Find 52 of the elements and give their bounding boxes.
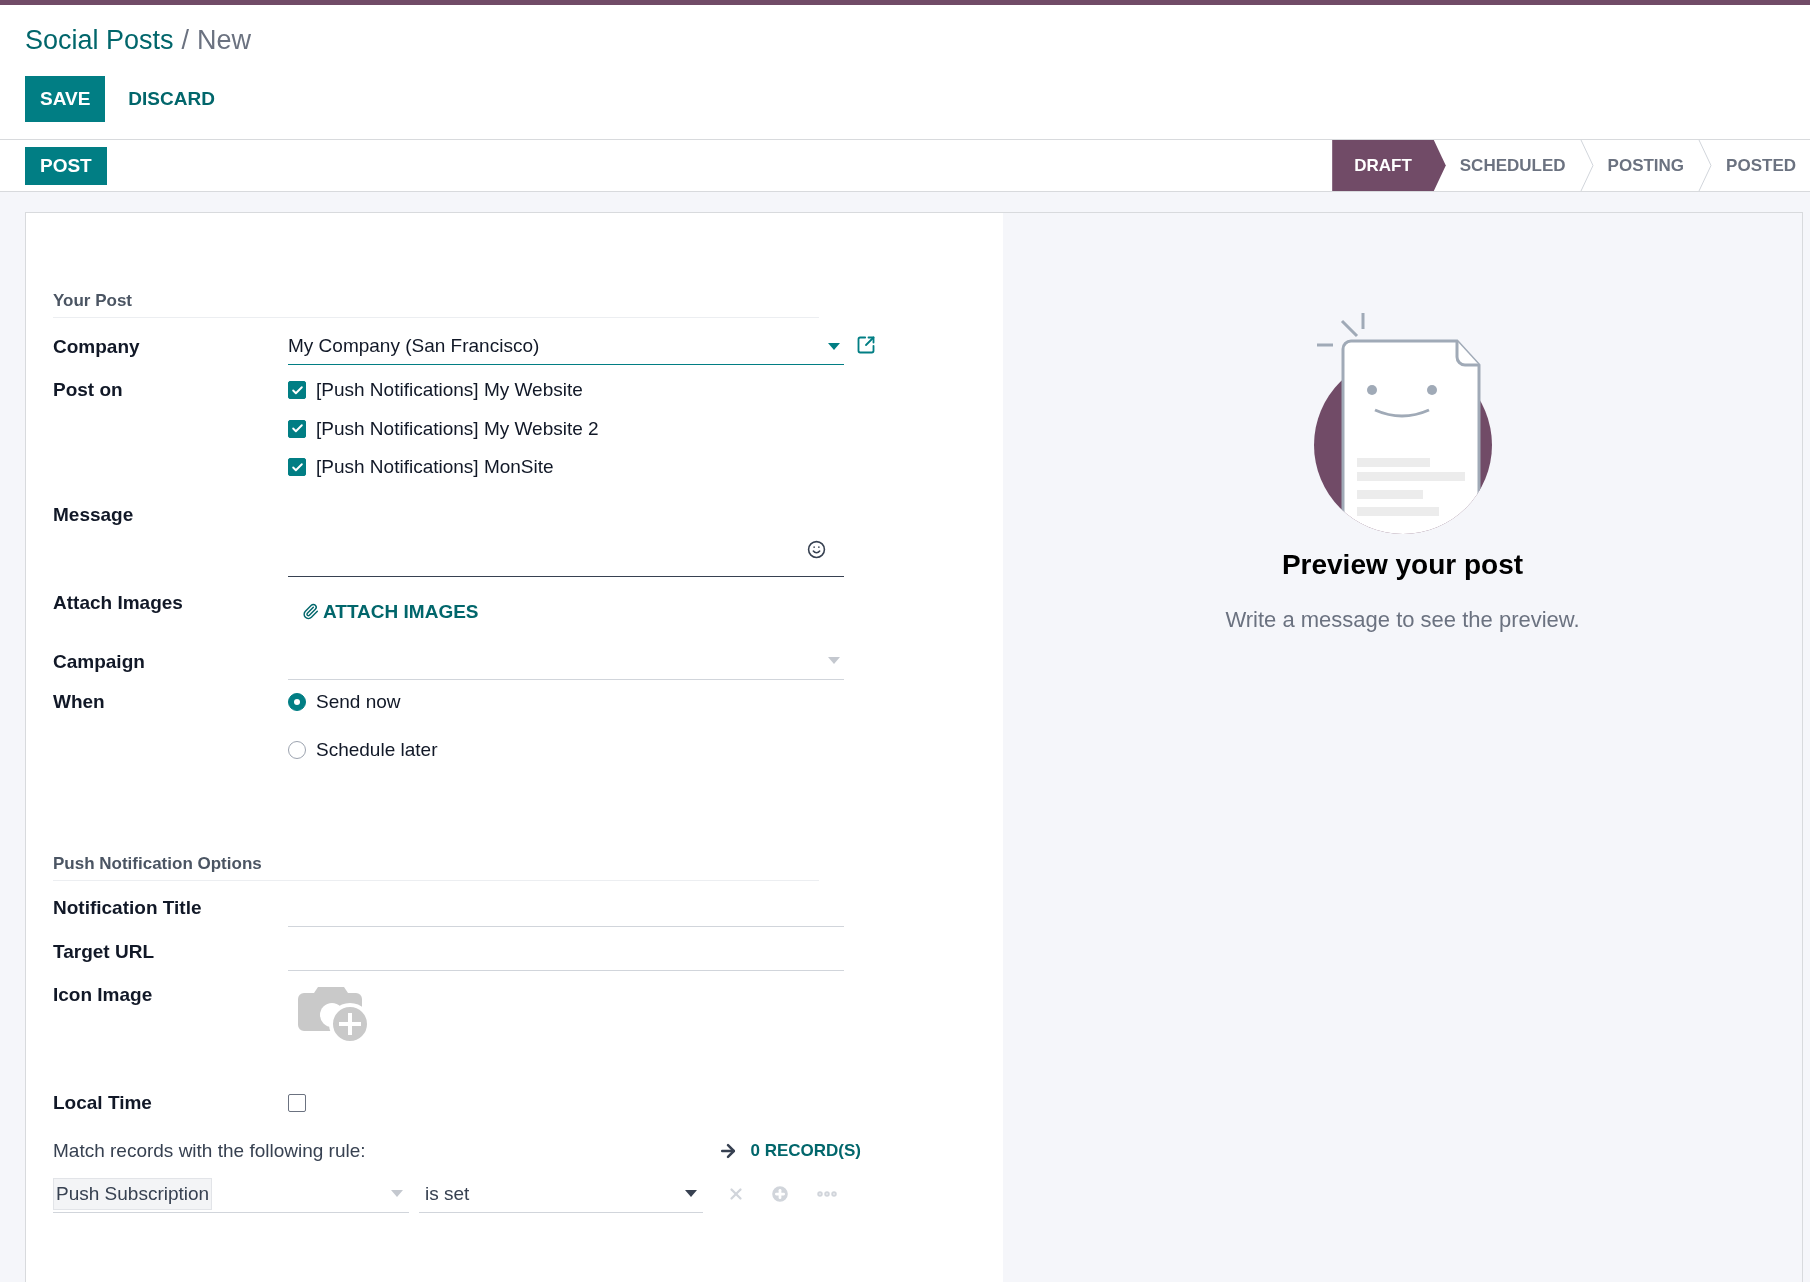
breadcrumb-link[interactable]: Social Posts [25,23,174,57]
field-label: Message [53,502,135,527]
status-stage[interactable]: POSTING [1593,140,1699,191]
radio-button[interactable] [288,692,306,711]
preview-hint: Write a message to see the preview. [1225,607,1580,633]
rule-intro: Match records with the following rule: [53,1139,366,1162]
breadcrumb-separator: / [181,24,190,57]
checkbox[interactable] [288,1093,306,1112]
status-stage[interactable]: POSTED [1712,140,1810,191]
field-label: Icon Image [53,982,154,1007]
checkbox[interactable] [288,419,306,438]
select-field[interactable]: My Company (San Francisco) [288,328,844,365]
record-count-button[interactable]: 0 RECORD(S) [718,1140,861,1161]
status-stage[interactable]: SCHEDULED [1445,140,1580,191]
dropdown-caret-icon [685,1190,697,1197]
radio-button[interactable] [288,740,306,759]
save-button[interactable]: SAVE [25,76,106,122]
section-title: Your Post [53,291,819,318]
rule-field-select[interactable]: Push Subscription [53,1175,409,1213]
checkbox-label: [Push Notifications] My Website [316,379,583,402]
field-label: Post on [53,378,124,402]
rule-operator-select[interactable]: is set [419,1175,703,1213]
field-label: When [53,689,106,714]
paperclip-icon [302,603,319,620]
dropdown-caret-icon [391,1190,403,1197]
checkbox[interactable] [288,381,306,400]
section-title: Push Notification Options [53,853,819,881]
checkmark-icon [290,460,304,474]
radio-label: Schedule later [316,738,438,761]
field-label: Campaign [53,649,146,674]
field-label: Local Time [53,1090,153,1115]
preview-title: Preview your post [1281,549,1524,581]
dropdown-caret-icon [828,342,840,350]
post-button[interactable]: POST [25,146,107,185]
remove-rule-icon[interactable] [727,1185,745,1203]
breadcrumb-current: New [197,24,252,57]
add-rule-icon[interactable] [769,1183,791,1205]
field-label: Notification Title [53,895,203,920]
dropdown-caret-icon [828,657,840,664]
field-label: Company [53,335,141,359]
radio-label: Send now [316,690,401,713]
checkbox[interactable] [288,458,306,477]
checkbox-label: [Push Notifications] MonSite [316,456,554,479]
checkmark-icon [290,383,304,397]
rule-field-tag: Push Subscription [53,1177,213,1210]
status-stage[interactable]: DRAFT [1332,140,1446,191]
checkbox-label: [Push Notifications] My Website 2 [316,417,599,440]
attach-images-button[interactable]: ATTACH IMAGES [288,594,493,629]
field-label: Attach Images [53,590,184,615]
discard-button[interactable]: DISCARD [125,76,218,122]
emoji-icon[interactable] [807,539,826,559]
field-label: Target URL [53,939,155,964]
